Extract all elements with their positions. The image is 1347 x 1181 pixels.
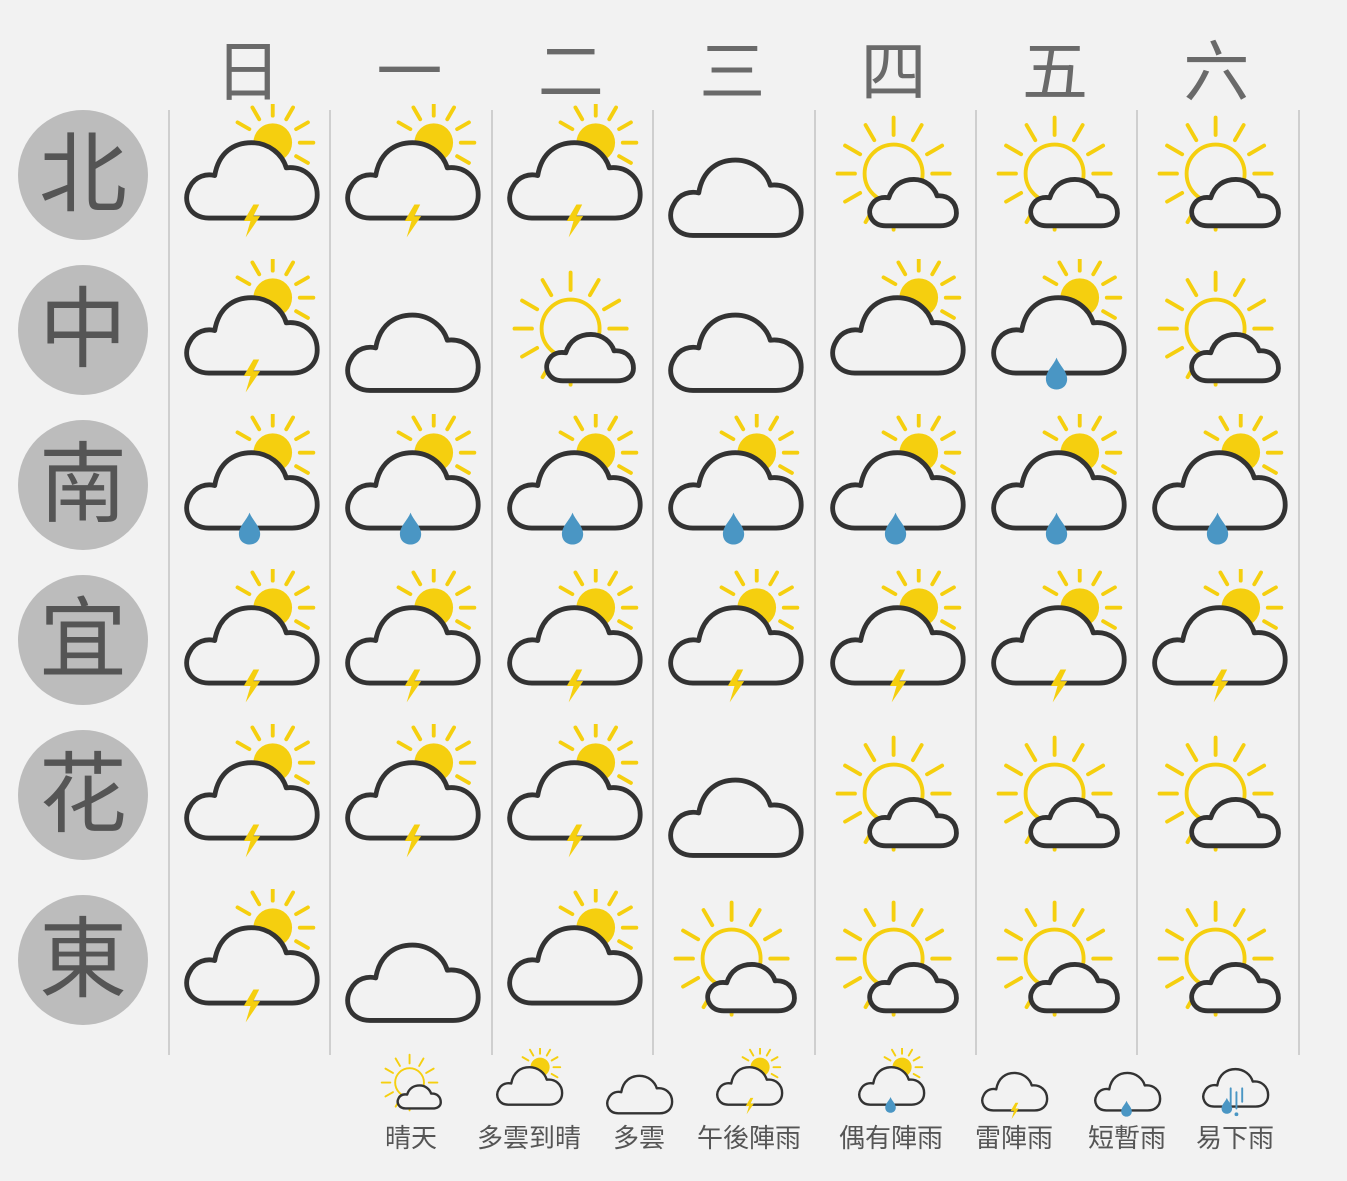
legend-label: 偶有陣雨 xyxy=(838,1124,943,1154)
occasional-showers-icon xyxy=(824,414,969,559)
cloudy-clearing-icon xyxy=(489,1048,569,1120)
occasional-showers-icon xyxy=(339,414,484,559)
region-badge: 花 xyxy=(18,730,148,860)
thunder-afternoon-icon xyxy=(824,569,969,714)
thunder-afternoon-icon xyxy=(662,569,807,714)
sunny-icon xyxy=(371,1048,451,1120)
thunder-afternoon-icon xyxy=(178,104,323,249)
column-divider xyxy=(1297,110,1300,1055)
region-badge: 南 xyxy=(18,420,148,550)
thunder-showers-icon xyxy=(974,1048,1054,1120)
legend-item: 易下雨 xyxy=(1165,1048,1305,1156)
sunny-icon xyxy=(1146,889,1291,1034)
sunny-icon xyxy=(824,104,969,249)
column-divider xyxy=(652,110,655,1055)
sunny-icon xyxy=(501,259,646,404)
occasional-showers-icon xyxy=(851,1048,931,1120)
sunny-icon xyxy=(824,889,969,1034)
region-badge: 中 xyxy=(18,265,148,395)
occasional-showers-icon xyxy=(985,414,1130,559)
occasional-showers-icon xyxy=(178,414,323,559)
sunny-icon xyxy=(985,724,1130,869)
cloudy-icon xyxy=(339,889,484,1034)
cloudy-icon xyxy=(599,1048,679,1120)
column-divider xyxy=(490,110,493,1055)
cloudy-icon xyxy=(662,104,807,249)
sunny-icon xyxy=(1146,259,1291,404)
cloudy-clearing-icon xyxy=(824,259,969,404)
cloudy-clearing-icon xyxy=(501,889,646,1034)
cloudy-icon xyxy=(662,259,807,404)
thunder-afternoon-icon xyxy=(178,889,323,1034)
thunder-afternoon-icon xyxy=(178,569,323,714)
legend-label: 午後陣雨 xyxy=(696,1124,801,1154)
brief-rain-icon xyxy=(1087,1048,1167,1120)
region-badge: 東 xyxy=(18,895,148,1025)
rain-icon xyxy=(1195,1048,1275,1120)
occasional-showers-icon xyxy=(501,414,646,559)
thunder-afternoon-icon xyxy=(709,1048,789,1120)
legend-item: 偶有陣雨 xyxy=(821,1048,961,1156)
column-divider xyxy=(975,110,977,1055)
sunny-icon xyxy=(985,889,1130,1034)
thunder-afternoon-icon xyxy=(1146,569,1291,714)
sunny-icon xyxy=(824,724,969,869)
column-divider xyxy=(329,110,332,1055)
thunder-afternoon-icon xyxy=(339,724,484,869)
thunder-afternoon-icon xyxy=(501,569,646,714)
thunder-afternoon-icon xyxy=(339,569,484,714)
legend-label: 易下雨 xyxy=(1195,1124,1274,1154)
thunder-afternoon-icon xyxy=(339,104,484,249)
sunny-icon xyxy=(662,889,807,1034)
column-divider xyxy=(813,110,816,1055)
thunder-afternoon-icon xyxy=(178,724,323,869)
region-badge: 宜 xyxy=(18,575,148,705)
thunder-afternoon-icon xyxy=(501,724,646,869)
legend-item: 午後陣雨 xyxy=(679,1048,819,1156)
sunny-icon xyxy=(985,104,1130,249)
occasional-showers-icon xyxy=(1146,414,1291,559)
thunder-afternoon-icon xyxy=(501,104,646,249)
occasional-showers-icon xyxy=(985,259,1130,404)
region-badge: 北 xyxy=(18,110,148,240)
occasional-showers-icon xyxy=(662,414,807,559)
cloudy-icon xyxy=(662,724,807,869)
sunny-icon xyxy=(1146,724,1291,869)
column-divider xyxy=(1136,110,1139,1055)
sunny-icon xyxy=(1146,104,1291,249)
thunder-afternoon-icon xyxy=(985,569,1130,714)
thunder-afternoon-icon xyxy=(178,259,323,404)
column-divider xyxy=(168,110,170,1055)
cloudy-icon xyxy=(339,259,484,404)
